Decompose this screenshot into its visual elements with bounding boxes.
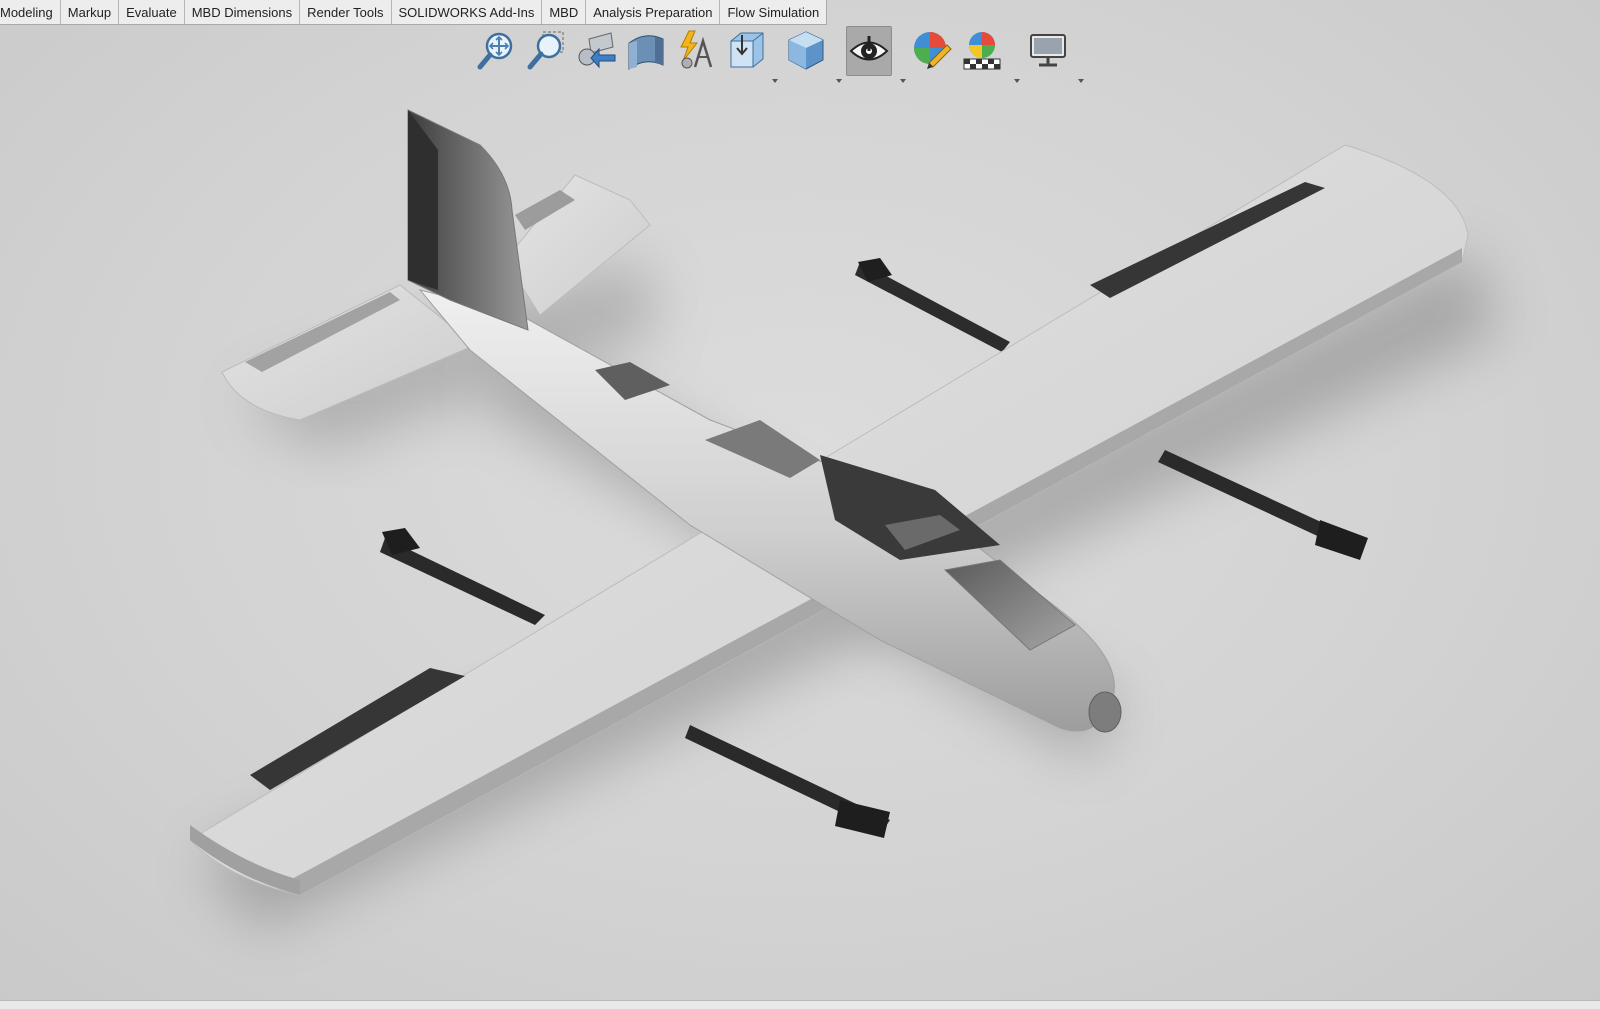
- apply-scene-icon: [963, 32, 1001, 70]
- tab-mbd-dimensions[interactable]: MBD Dimensions: [185, 0, 301, 24]
- tab-modeling[interactable]: Modeling: [0, 0, 61, 24]
- display-style-dropdown[interactable]: [834, 72, 844, 83]
- graphics-area[interactable]: [0, 26, 1600, 1001]
- view-orientation-icon: [730, 32, 764, 68]
- apply-scene-dropdown[interactable]: [1012, 72, 1022, 83]
- zoom-to-area-icon: [527, 31, 564, 70]
- tab-analysis-preparation[interactable]: Analysis Preparation: [586, 0, 721, 24]
- display-style-icon: [788, 31, 824, 70]
- tab-mbd[interactable]: MBD: [542, 0, 587, 24]
- previous-view-button[interactable]: [574, 26, 618, 74]
- section-view-button[interactable]: [624, 26, 668, 74]
- graphics-area-bottom-border: [0, 1000, 1600, 1009]
- hide-show-items-dropdown[interactable]: [898, 72, 908, 83]
- tab-render-tools[interactable]: Render Tools: [300, 0, 392, 24]
- vtol-boom-rear-left: [380, 528, 545, 625]
- vtol-boom-front-right: [1158, 450, 1368, 560]
- vtol-boom-rear-right: [855, 258, 1010, 352]
- chevron-down-icon: [772, 79, 778, 83]
- nose-cone: [1088, 691, 1122, 733]
- tab-markup[interactable]: Markup: [61, 0, 120, 24]
- edit-appearance-button[interactable]: [910, 26, 954, 74]
- aircraft-model[interactable]: [0, 26, 1600, 1001]
- view-settings-icon: [1030, 34, 1066, 67]
- dynamic-annotation-views-icon: [680, 30, 713, 69]
- edit-appearance-icon: [914, 32, 952, 69]
- chevron-down-icon: [1014, 79, 1020, 83]
- previous-view-icon: [578, 32, 616, 69]
- zoom-to-fit-icon: [477, 32, 513, 70]
- view-settings-dropdown[interactable]: [1076, 72, 1086, 83]
- hide-show-items-button[interactable]: [846, 26, 892, 76]
- chevron-down-icon: [1078, 79, 1084, 83]
- hide-show-items-icon: [849, 36, 889, 61]
- zoom-to-area-button[interactable]: [524, 26, 568, 74]
- zoom-to-fit-button[interactable]: [474, 26, 518, 74]
- tab-solidworks-add-ins[interactable]: SOLIDWORKS Add-Ins: [392, 0, 543, 24]
- command-manager-tabs: Modeling Markup Evaluate MBD Dimensions …: [0, 0, 828, 25]
- view-orientation-button[interactable]: [724, 26, 768, 74]
- chevron-down-icon: [900, 79, 906, 83]
- section-view-icon: [628, 35, 664, 70]
- chevron-down-icon: [836, 79, 842, 83]
- display-style-button[interactable]: [784, 26, 828, 74]
- view-orientation-dropdown[interactable]: [770, 72, 780, 83]
- tab-evaluate[interactable]: Evaluate: [119, 0, 185, 24]
- vtol-boom-front-left: [685, 725, 890, 838]
- apply-scene-button[interactable]: [960, 26, 1004, 74]
- dynamic-annotation-views-button[interactable]: [674, 26, 718, 74]
- tab-flow-simulation[interactable]: Flow Simulation: [720, 0, 826, 24]
- view-settings-button[interactable]: [1026, 26, 1070, 74]
